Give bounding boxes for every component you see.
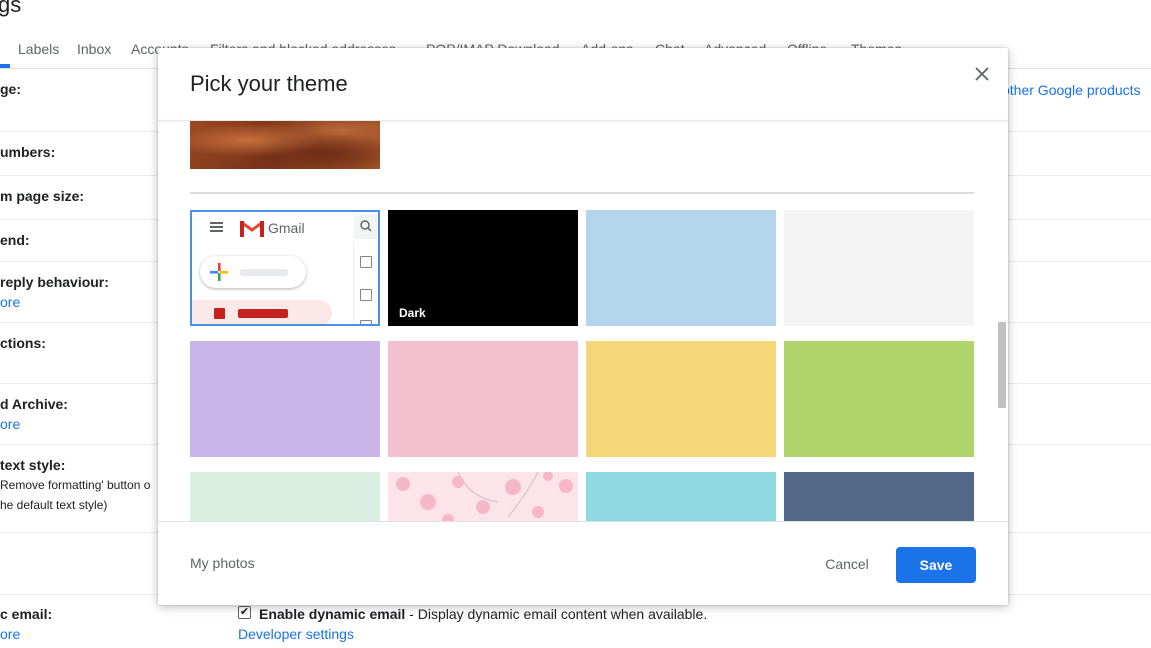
default-theme-tile[interactable]: Gmail xyxy=(190,210,380,326)
text-style-note: Remove formatting' button o xyxy=(0,478,151,492)
page-title: gs xyxy=(0,0,22,17)
tab-inbox[interactable]: Inbox xyxy=(77,41,111,57)
hover-actions-label: ctions: xyxy=(0,335,46,351)
dialog-footer: My photos Cancel Save xyxy=(158,521,1008,605)
inbox-icon xyxy=(214,308,225,319)
active-tab-indicator xyxy=(0,64,10,68)
tab-labels[interactable]: Labels xyxy=(18,41,59,57)
desert-theme-thumbnail[interactable] xyxy=(190,121,380,169)
my-photos-link[interactable]: My photos xyxy=(190,555,255,571)
text-style-label: text style: xyxy=(0,457,66,473)
dynamic-email-label: c email: xyxy=(0,606,53,622)
section-divider xyxy=(190,192,974,194)
inbox-placeholder-bar xyxy=(238,309,288,318)
compose-placeholder-bar xyxy=(240,269,288,276)
preview-separator xyxy=(353,242,354,324)
dynamic-email-checkbox[interactable]: ✔ xyxy=(238,606,251,619)
theme-tile-pink[interactable] xyxy=(388,341,578,457)
theme-tile-label: Dark xyxy=(399,306,426,320)
cancel-button[interactable]: Cancel xyxy=(810,546,884,582)
theme-tile-green[interactable] xyxy=(784,341,974,457)
dynamic-email-title: Enable dynamic email xyxy=(259,606,406,622)
inbox-row-preview xyxy=(192,300,332,324)
theme-tile-slate-blue[interactable] xyxy=(784,472,974,521)
save-button[interactable]: Save xyxy=(896,547,976,583)
theme-picker-dialog: Pick your theme Gmail Dark My photos Can… xyxy=(158,48,1008,605)
max-page-size-label: m page size: xyxy=(0,188,85,204)
theme-tile-teal[interactable] xyxy=(586,472,776,521)
theme-tile-light-gray[interactable] xyxy=(784,210,974,326)
theme-tile-lavender[interactable] xyxy=(190,341,380,457)
dynamic-email-text: Enable dynamic email - Display dynamic e… xyxy=(259,606,707,622)
dialog-title: Pick your theme xyxy=(190,71,348,96)
text-style-note: he default text style) xyxy=(0,498,108,512)
theme-tile-mint[interactable] xyxy=(190,472,380,521)
theme-tile-dark[interactable]: Dark xyxy=(388,210,578,326)
dynamic-email-desc: - Display dynamic email content when ava… xyxy=(405,606,708,622)
theme-grid-scroll-area: Gmail Dark xyxy=(158,121,1008,521)
search-icon xyxy=(354,215,378,239)
gmail-wordmark: Gmail xyxy=(268,220,305,236)
gmail-logo-icon xyxy=(240,219,264,242)
header-divider xyxy=(158,120,1008,121)
checkbox-preview xyxy=(360,289,372,301)
theme-tile-light-blue[interactable] xyxy=(586,210,776,326)
send-archive-learn-more-link[interactable]: ore xyxy=(0,416,20,432)
undo-send-label: end: xyxy=(0,232,30,248)
checkbox-preview xyxy=(360,320,372,324)
checkbox-preview xyxy=(360,256,372,268)
compose-button-preview xyxy=(200,256,306,288)
language-label: ge: xyxy=(0,81,21,97)
plus-icon xyxy=(210,263,228,286)
phone-numbers-label: umbers: xyxy=(0,144,56,160)
theme-tile-cherry-blossom[interactable] xyxy=(388,471,578,521)
blossom-pattern-icon xyxy=(396,471,573,521)
reply-learn-more-link[interactable]: ore xyxy=(0,294,20,310)
scrollbar-thumb[interactable] xyxy=(998,322,1006,408)
other-products-link[interactable]: other Google products xyxy=(1002,82,1141,98)
menu-icon xyxy=(210,222,224,232)
close-icon[interactable] xyxy=(970,62,994,86)
reply-behaviour-label: reply behaviour: xyxy=(0,274,109,290)
dynamic-learn-more-link[interactable]: ore xyxy=(0,626,20,642)
send-archive-label: d Archive: xyxy=(0,396,68,412)
theme-tile-yellow[interactable] xyxy=(586,341,776,457)
developer-settings-link[interactable]: Developer settings xyxy=(238,626,354,642)
